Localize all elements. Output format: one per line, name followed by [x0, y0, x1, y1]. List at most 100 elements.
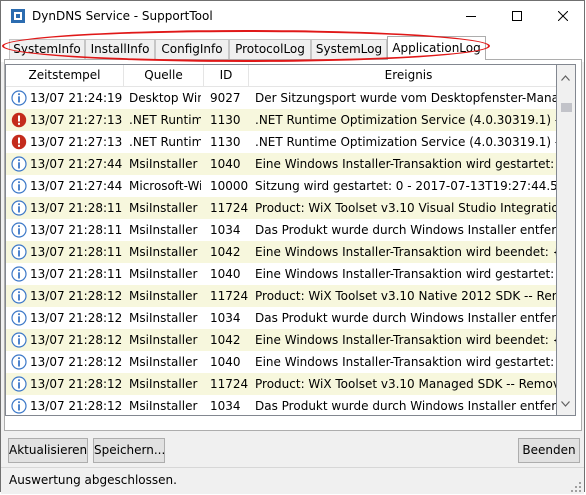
info-icon	[11, 222, 27, 238]
window-title: DynDNS Service - SupportTool	[32, 9, 213, 23]
cell-id: 1034	[210, 399, 241, 413]
table-row[interactable]: 13/07 21:28:12 MsiInstaller 1034 Das Produk…	[6, 395, 556, 415]
info-icon	[11, 310, 27, 326]
info-icon	[11, 200, 27, 216]
info-icon	[11, 156, 27, 172]
table-row[interactable]: 13/07 21:27:44 Microsoft-Wi 10000 Sitzung w…	[6, 175, 556, 197]
table-row[interactable]: 13/07 21:28:12 MsiInstaller 11724 Product: …	[6, 285, 557, 307]
cell-id: 1034	[210, 311, 241, 325]
cell-event: Eine Windows Installer-Transaktion wird …	[255, 157, 556, 171]
resize-grip-icon[interactable]	[571, 481, 581, 492]
tab-systemlog[interactable]: SystemLog	[311, 39, 387, 59]
cell-source: MsiInstaller	[129, 333, 198, 347]
cell-id: 1130	[210, 113, 241, 127]
info-icon	[11, 354, 27, 370]
cell-event: Das Produkt wurde durch Windows Installe…	[255, 399, 556, 413]
scroll-down-icon[interactable]	[561, 396, 570, 410]
table-row[interactable]: 13/07 21:27:13 .NET Runtime 1130 .NET Runti…	[6, 131, 556, 153]
cell-timestamp: 13/07 21:28:11	[30, 267, 123, 281]
cell-id: 1042	[210, 245, 241, 259]
maximize-button[interactable]	[494, 1, 540, 32]
cell-source: MsiInstaller	[129, 399, 198, 413]
column-header-id[interactable]: ID	[204, 65, 249, 86]
save-button[interactable]: Speichern...	[93, 438, 165, 463]
minimize-icon	[466, 10, 476, 24]
table-row[interactable]: 13/07 21:27:44 MsiInstaller 1040 Eine Windo…	[6, 153, 556, 175]
cell-source: MsiInstaller	[129, 377, 198, 391]
cell-event: Product: WiX Toolset v3.10 Managed SDK -…	[255, 377, 557, 391]
grid-header: Zeitstempel Quelle ID Ereignis	[6, 65, 556, 87]
cell-id: 9027	[210, 91, 241, 105]
cell-id: 11724	[210, 201, 248, 215]
close-button[interactable]	[540, 1, 586, 32]
table-row[interactable]: 13/07 21:28:12 MsiInstaller 1034 Das Produk…	[6, 307, 556, 329]
cell-timestamp: 13/07 21:28:12	[30, 399, 123, 413]
cell-event: .NET Runtime Optimization Service (4.0.3…	[255, 135, 556, 149]
cell-source: MsiInstaller	[129, 267, 198, 281]
cell-timestamp: 13/07 21:27:44	[30, 179, 123, 193]
tab-systeminfo[interactable]: SystemInfo	[9, 39, 85, 59]
cell-timestamp: 13/07 21:28:12	[30, 333, 123, 347]
app-window: DynDNS Service - SupportTool SystemInfo …	[0, 0, 585, 494]
tab-applicationlog[interactable]: ApplicationLog	[387, 36, 486, 60]
scroll-up-icon[interactable]	[561, 70, 570, 84]
cell-event: Eine Windows Installer-Transaktion wird …	[255, 333, 556, 347]
cell-event: Product: WiX Toolset v3.10 Native 2012 S…	[255, 289, 557, 303]
column-header-event[interactable]: Ereignis	[249, 65, 556, 86]
tab-configinfo[interactable]: ConfigInfo	[155, 39, 229, 59]
error-icon	[11, 134, 27, 150]
cell-timestamp: 13/07 21:27:13	[30, 135, 123, 149]
column-header-source[interactable]: Quelle	[124, 65, 204, 86]
cell-id: 1042	[210, 333, 241, 347]
scroll-thumb[interactable]	[561, 103, 572, 112]
table-row[interactable]: 13/07 21:28:12 MsiInstaller 11724 Product: …	[6, 373, 557, 395]
status-text: Auswertung abgeschlossen.	[9, 473, 177, 487]
close-icon	[557, 10, 569, 24]
refresh-button[interactable]: Aktualisieren	[8, 438, 88, 463]
column-header-timestamp[interactable]: Zeitstempel	[6, 65, 124, 86]
cell-event: Product: WiX Toolset v3.10 Visual Studio…	[255, 201, 556, 215]
cell-id: 1130	[210, 135, 241, 149]
cell-id: 1040	[210, 157, 241, 171]
info-icon	[11, 332, 27, 348]
cell-id: 1040	[210, 355, 241, 369]
cell-source: MsiInstaller	[129, 201, 198, 215]
table-row[interactable]: 13/07 21:28:11 MsiInstaller 11724 Product: …	[6, 197, 556, 219]
table-row[interactable]: 13/07 21:24:19 Desktop Win 9027 Der Sitzung…	[6, 87, 557, 109]
cell-id: 10000	[210, 179, 248, 193]
cell-source: MsiInstaller	[129, 223, 198, 237]
vertical-scrollbar[interactable]	[557, 64, 576, 416]
info-icon	[11, 288, 27, 304]
cell-source: Microsoft-Wi	[129, 179, 201, 193]
event-grid[interactable]: Zeitstempel Quelle ID Ereignis 13/07 21:…	[5, 64, 557, 416]
cell-event: Das Produkt wurde durch Windows Installe…	[255, 223, 556, 237]
cell-timestamp: 13/07 21:28:12	[30, 377, 123, 391]
table-row[interactable]: 13/07 21:28:11 MsiInstaller 1034 Das Produk…	[6, 219, 556, 241]
info-icon	[11, 90, 27, 106]
cell-event: .NET Runtime Optimization Service (4.0.3…	[255, 113, 556, 127]
quit-button[interactable]: Beenden	[518, 438, 580, 463]
table-row[interactable]: 13/07 21:28:11 MsiInstaller 1042 Eine Windo…	[6, 241, 556, 263]
minimize-button[interactable]	[448, 1, 494, 32]
maximize-icon	[512, 10, 522, 24]
table-row[interactable]: 13/07 21:27:13 .NET Runtime 1130 .NET Runti…	[6, 109, 556, 131]
cell-event: Das Produkt wurde durch Windows Installe…	[255, 311, 556, 325]
cell-id: 1034	[210, 223, 241, 237]
cell-timestamp: 13/07 21:28:12	[30, 289, 123, 303]
cell-timestamp: 13/07 21:28:11	[30, 201, 123, 215]
cell-event: Eine Windows Installer-Transaktion wird …	[255, 355, 556, 369]
cell-source: MsiInstaller	[129, 157, 198, 171]
cell-event: Der Sitzungsport wurde vom Desktopfenste…	[255, 91, 557, 105]
info-icon	[11, 398, 27, 414]
table-row[interactable]: 13/07 21:28:11 MsiInstaller 1040 Eine Windo…	[6, 263, 556, 285]
cell-id: 1040	[210, 267, 241, 281]
tab-protocollog[interactable]: ProtocolLog	[229, 39, 311, 59]
tab-installinfo[interactable]: InstallInfo	[85, 39, 155, 59]
table-row[interactable]: 13/07 21:28:12 MsiInstaller 1040 Eine Windo…	[6, 351, 556, 373]
cell-source: MsiInstaller	[129, 311, 198, 325]
info-icon	[11, 244, 27, 260]
cell-timestamp: 13/07 21:28:11	[30, 223, 123, 237]
title-bar[interactable]: DynDNS Service - SupportTool	[1, 1, 584, 32]
info-icon	[11, 376, 27, 392]
table-row[interactable]: 13/07 21:28:12 MsiInstaller 1042 Eine Windo…	[6, 329, 556, 351]
